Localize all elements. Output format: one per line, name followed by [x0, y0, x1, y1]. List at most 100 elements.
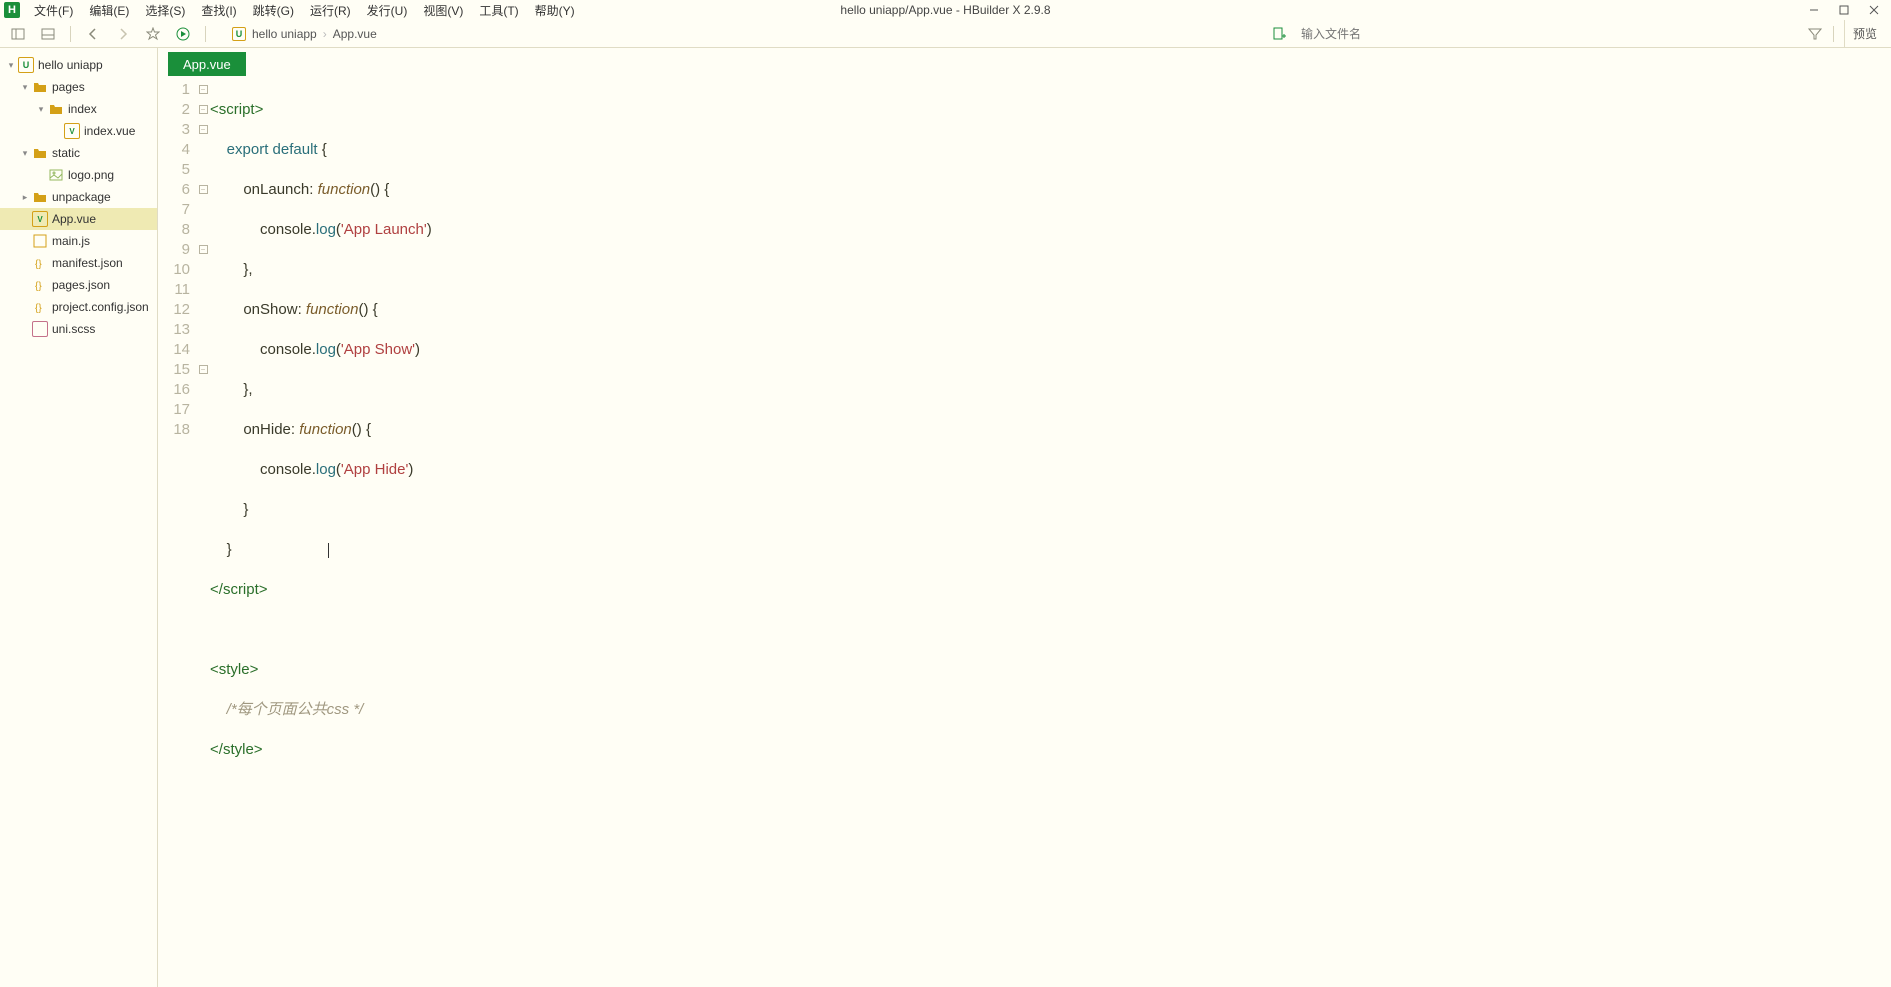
new-file-icon[interactable]	[1271, 26, 1287, 42]
menu-select[interactable]: 选择(S)	[137, 0, 193, 21]
tree-label: App.vue	[52, 212, 96, 226]
line-number: 18	[158, 420, 194, 440]
app-logo-icon: H	[4, 2, 20, 18]
breadcrumb-file[interactable]: App.vue	[333, 27, 377, 41]
project-tree: ▾Uhello uniapp ▾pages ▾index Vindex.vue …	[0, 48, 158, 987]
js-file-icon	[32, 233, 48, 249]
breadcrumb-project[interactable]: hello uniapp	[252, 27, 317, 41]
close-button[interactable]	[1859, 0, 1889, 20]
tree-twisty-icon[interactable]: ▸	[18, 192, 32, 203]
tree-twisty-icon[interactable]: ▾	[18, 82, 32, 93]
tree-folder-static[interactable]: ▾ static	[0, 142, 157, 164]
tree-project-root[interactable]: ▾Uhello uniapp	[0, 54, 157, 76]
menu-tools[interactable]: 工具(T)	[471, 0, 526, 21]
line-number: 4	[158, 140, 194, 160]
json-file-icon: {}	[32, 277, 48, 293]
breadcrumb-sep-icon: ›	[323, 27, 327, 41]
line-number: 7	[158, 200, 194, 220]
run-play-icon[interactable]	[175, 26, 191, 42]
text-cursor-icon	[328, 543, 329, 558]
editor-tabs: App.vue	[158, 48, 1891, 76]
tree-twisty-icon[interactable]: ▾	[18, 148, 32, 159]
line-number: 6	[158, 180, 194, 200]
panel-left-icon[interactable]	[10, 26, 26, 42]
maximize-button[interactable]	[1829, 0, 1859, 20]
tab-label: App.vue	[183, 57, 231, 72]
tree-file-project-config[interactable]: {}project.config.json	[0, 296, 157, 318]
window-title: hello uniapp/App.vue - HBuilder X 2.9.8	[840, 3, 1050, 17]
tree-file-app-vue[interactable]: V App.vue	[0, 208, 157, 230]
tree-file-pages-json[interactable]: {}pages.json	[0, 274, 157, 296]
tree-folder-pages[interactable]: ▾ pages	[0, 76, 157, 98]
line-number: 10	[158, 260, 194, 280]
line-number: 15	[158, 360, 194, 380]
menu-view[interactable]: 视图(V)	[415, 0, 471, 21]
tree-label: logo.png	[68, 168, 114, 182]
menu-publish[interactable]: 发行(U)	[359, 0, 416, 21]
vue-file-icon: V	[64, 123, 80, 139]
menu-file[interactable]: 文件(F)	[26, 0, 81, 21]
line-number: 1	[158, 80, 194, 100]
menu-goto[interactable]: 跳转(G)	[245, 0, 302, 21]
folder-icon	[48, 101, 64, 117]
line-number: 2	[158, 100, 194, 120]
nav-forward-icon[interactable]	[115, 26, 131, 42]
filter-icon[interactable]	[1807, 26, 1823, 42]
filename-input[interactable]	[1297, 24, 1797, 44]
menu-find[interactable]: 查找(I)	[193, 0, 244, 21]
fold-toggle-icon[interactable]: −	[199, 105, 208, 114]
line-number: 17	[158, 400, 194, 420]
tree-folder-unpackage[interactable]: ▸ unpackage	[0, 186, 157, 208]
scss-file-icon	[32, 321, 48, 337]
line-number: 9	[158, 240, 194, 260]
fold-toggle-icon[interactable]: −	[199, 365, 208, 374]
fold-toggle-icon[interactable]: −	[199, 185, 208, 194]
line-number: 5	[158, 160, 194, 180]
tree-label: static	[52, 146, 80, 160]
minimize-button[interactable]	[1799, 0, 1829, 20]
fold-toggle-icon[interactable]: −	[199, 125, 208, 134]
line-number: 11	[158, 280, 194, 300]
tree-label: index.vue	[84, 124, 135, 138]
preview-button[interactable]: 预览	[1844, 20, 1885, 48]
tree-file-main-js[interactable]: main.js	[0, 230, 157, 252]
image-file-icon	[48, 167, 64, 183]
json-file-icon: {}	[32, 255, 48, 271]
main-area: ▾Uhello uniapp ▾pages ▾index Vindex.vue …	[0, 48, 1891, 987]
tree-label: main.js	[52, 234, 90, 248]
tree-folder-index[interactable]: ▾index	[0, 98, 157, 120]
tree-label: manifest.json	[52, 256, 123, 270]
nav-back-icon[interactable]	[85, 26, 101, 42]
panel-bottom-icon[interactable]	[40, 26, 56, 42]
tree-twisty-icon[interactable]: ▾	[34, 104, 48, 115]
line-number-gutter: 1 2 3 4 5 6 7 8 9 10 11 12 13 14 15 16 1…	[158, 76, 196, 987]
fold-toggle-icon[interactable]: −	[199, 245, 208, 254]
line-number: 13	[158, 320, 194, 340]
code-area[interactable]: 1 2 3 4 5 6 7 8 9 10 11 12 13 14 15 16 1…	[158, 76, 1891, 987]
tree-file-index-vue[interactable]: Vindex.vue	[0, 120, 157, 142]
line-number: 8	[158, 220, 194, 240]
vue-file-icon: V	[32, 211, 48, 227]
folder-icon	[32, 189, 48, 205]
tree-file-logo-png[interactable]: logo.png	[0, 164, 157, 186]
menu-help[interactable]: 帮助(Y)	[527, 0, 583, 21]
star-icon[interactable]	[145, 26, 161, 42]
tree-twisty-icon[interactable]: ▾	[4, 60, 18, 71]
line-number: 3	[158, 120, 194, 140]
toolbar: U hello uniapp › App.vue 预览	[0, 20, 1891, 48]
line-number: 16	[158, 380, 194, 400]
line-number: 12	[158, 300, 194, 320]
code-content[interactable]: <script> export default { onLaunch: func…	[210, 76, 1891, 987]
tree-label: unpackage	[52, 190, 111, 204]
tree-file-manifest-json[interactable]: {} manifest.json	[0, 252, 157, 274]
editor: App.vue 1 2 3 4 5 6 7 8 9 10 11 12 13 14…	[158, 48, 1891, 987]
folder-icon	[32, 79, 48, 95]
menu-run[interactable]: 运行(R)	[302, 0, 359, 21]
fold-toggle-icon[interactable]: −	[199, 85, 208, 94]
json-file-icon: {}	[32, 299, 48, 315]
tree-file-uni-scss[interactable]: uni.scss	[0, 318, 157, 340]
line-number: 14	[158, 340, 194, 360]
tree-label: pages	[52, 80, 85, 94]
tab-app-vue[interactable]: App.vue	[168, 52, 246, 76]
menu-edit[interactable]: 编辑(E)	[81, 0, 137, 21]
